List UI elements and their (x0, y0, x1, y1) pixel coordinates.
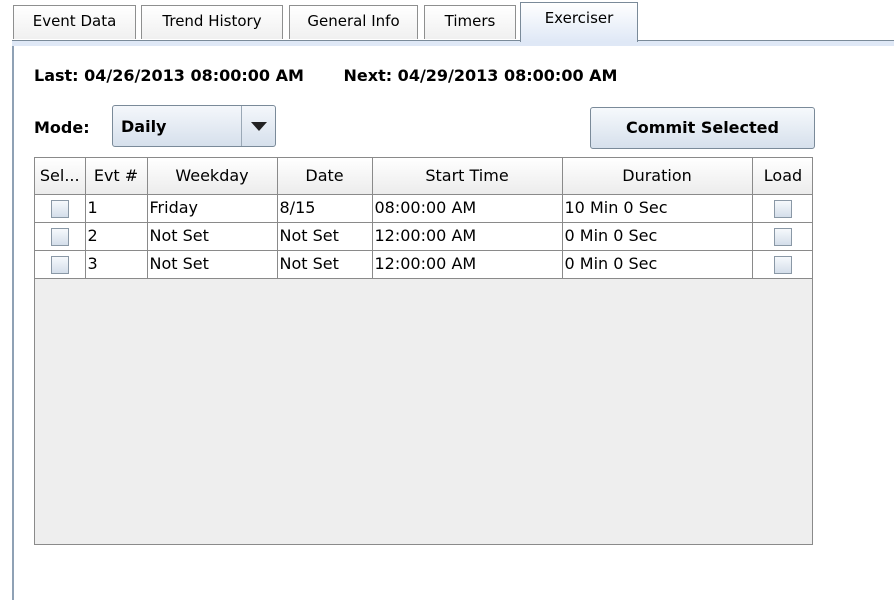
dropdown-arrow-button[interactable] (241, 106, 275, 146)
last-run-text: Last: 04/26/2013 08:00:00 AM (34, 66, 304, 85)
evt-number-cell[interactable]: 1 (84, 193, 148, 223)
start-time-cell[interactable]: 08:00:00 AM (371, 193, 563, 223)
mode-dropdown[interactable]: Daily (112, 105, 276, 147)
duration-cell[interactable]: 10 Min 0 Sec (561, 193, 753, 223)
load-checkbox[interactable] (774, 227, 792, 246)
exerciser-table: Sel... Evt # Weekday Date Start Time Dur… (34, 157, 813, 545)
select-cell (35, 249, 86, 279)
tab-exerciser[interactable]: Exerciser (520, 2, 638, 42)
duration-cell[interactable]: 0 Min 0 Sec (561, 221, 753, 251)
evt-number-cell[interactable]: 3 (84, 249, 148, 279)
column-header-start-time[interactable]: Start Time (371, 158, 563, 195)
date-cell[interactable]: Not Set (276, 221, 373, 251)
table-row[interactable]: 3 Not Set Not Set 12:00:00 AM 0 Min 0 Se… (35, 249, 812, 279)
select-checkbox[interactable] (50, 227, 69, 246)
next-run-text: Next: 04/29/2013 08:00:00 AM (343, 66, 618, 85)
weekday-cell[interactable]: Not Set (146, 249, 278, 279)
date-cell[interactable]: Not Set (276, 249, 373, 279)
weekday-cell[interactable]: Friday (146, 193, 278, 223)
column-header-date[interactable]: Date (276, 158, 373, 195)
table-row[interactable]: 2 Not Set Not Set 12:00:00 AM 0 Min 0 Se… (35, 221, 812, 251)
commit-selected-button[interactable]: Commit Selected (590, 107, 815, 149)
weekday-cell[interactable]: Not Set (146, 221, 278, 251)
load-checkbox[interactable] (774, 255, 792, 274)
column-header-weekday[interactable]: Weekday (146, 158, 278, 195)
tab-trend-history[interactable]: Trend History (141, 5, 283, 39)
chevron-down-icon (250, 121, 267, 131)
select-checkbox[interactable] (50, 199, 69, 218)
tab-general-info[interactable]: General Info (289, 5, 418, 39)
column-header-duration[interactable]: Duration (561, 158, 753, 195)
select-checkbox[interactable] (50, 255, 69, 274)
evt-number-cell[interactable]: 2 (84, 221, 148, 251)
tab-event-data[interactable]: Event Data (13, 5, 136, 39)
column-header-load[interactable]: Load (751, 158, 812, 195)
load-cell (751, 193, 812, 223)
tab-bar: Event Data Trend History General Info Ti… (0, 0, 894, 46)
schedule-summary: Last: 04/26/2013 08:00:00 AM Next: 04/29… (34, 66, 617, 85)
table-header-row: Sel... Evt # Weekday Date Start Time Dur… (35, 158, 812, 195)
load-cell (751, 249, 812, 279)
date-cell[interactable]: 8/15 (276, 193, 373, 223)
tab-timers[interactable]: Timers (424, 5, 516, 39)
load-checkbox[interactable] (774, 199, 792, 218)
column-header-select[interactable]: Sel... (35, 158, 86, 195)
select-cell (35, 221, 86, 251)
duration-cell[interactable]: 0 Min 0 Sec (561, 249, 753, 279)
mode-label: Mode: (34, 118, 90, 137)
table-row[interactable]: 1 Friday 8/15 08:00:00 AM 10 Min 0 Sec (35, 193, 812, 223)
mode-selected-value: Daily (121, 117, 167, 136)
tab-content-border (12, 40, 894, 46)
select-cell (35, 193, 86, 223)
panel-left-border (12, 40, 14, 600)
column-header-evt-number[interactable]: Evt # (84, 158, 148, 195)
start-time-cell[interactable]: 12:00:00 AM (371, 249, 563, 279)
load-cell (751, 221, 812, 251)
start-time-cell[interactable]: 12:00:00 AM (371, 221, 563, 251)
